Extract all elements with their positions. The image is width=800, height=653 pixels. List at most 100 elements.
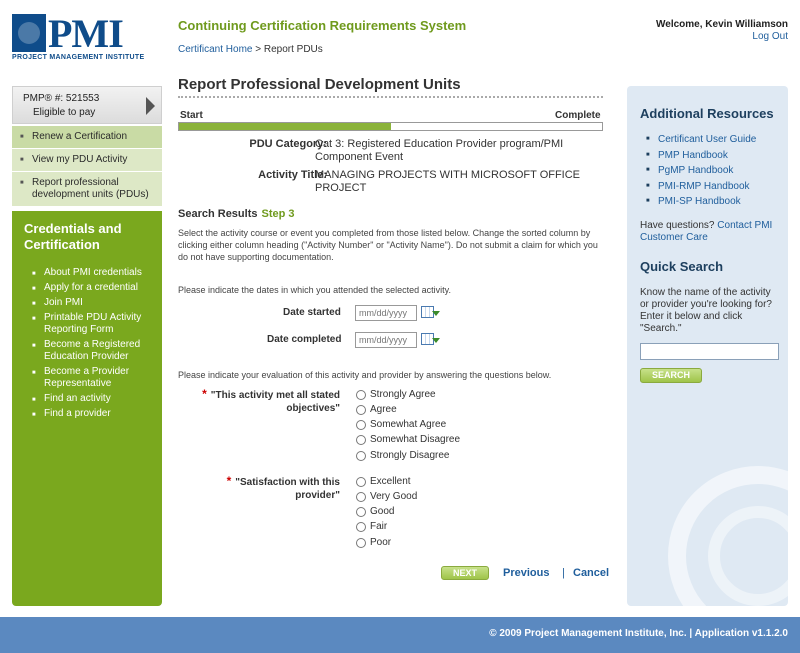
- dates-prompt: Please indicate the dates in which you a…: [178, 285, 452, 295]
- breadcrumb-current: Report PDUs: [263, 44, 323, 55]
- progress-start-label: Start: [180, 110, 203, 121]
- radio-circle-icon[interactable]: [356, 434, 366, 445]
- pmp-number: PMP® #: 521553: [23, 93, 100, 104]
- radio-label: Agree: [370, 404, 397, 415]
- additional-resources-title: Additional Resources: [640, 106, 774, 121]
- resource-user-guide[interactable]: Certificant User Guide: [646, 132, 756, 148]
- breadcrumb-separator: >: [252, 44, 264, 55]
- radio-label: Strongly Agree: [370, 389, 436, 400]
- link-become-rep-provider[interactable]: Become a Registered Education Provider: [32, 339, 150, 363]
- pmi-logo-tagline: PROJECT MANAGEMENT INSTITUTE: [12, 54, 145, 61]
- date-started-label: Date started: [283, 307, 341, 318]
- link-separator: |: [562, 567, 565, 579]
- link-apply-credential[interactable]: Apply for a credential: [32, 282, 150, 295]
- radio-circle-icon[interactable]: [356, 389, 366, 400]
- resource-pgmp-handbook[interactable]: PgMP Handbook: [646, 163, 756, 179]
- pmi-logo-mark-icon: [12, 14, 46, 52]
- radio-circle-icon[interactable]: [356, 521, 366, 532]
- logout-link[interactable]: Log Out: [752, 31, 788, 42]
- system-title: Continuing Certification Requirements Sy…: [178, 18, 467, 33]
- resources-list: Certificant User Guide PMP Handbook PgMP…: [646, 132, 756, 210]
- questions-text: Have questions? Contact PMI Customer Car…: [640, 220, 780, 244]
- progress-bar-fill: [179, 123, 391, 130]
- radio-circle-icon[interactable]: [356, 450, 366, 461]
- search-results-label: Search Results: [178, 208, 258, 220]
- credentials-panel: Credentials and Certification About PMI …: [12, 211, 162, 606]
- radio-circle-icon[interactable]: [356, 419, 366, 430]
- question-satisfaction-text: "Satisfaction with this provider": [235, 477, 340, 501]
- breadcrumb-home-link[interactable]: Certificant Home: [178, 44, 252, 55]
- radio-circle-icon[interactable]: [356, 404, 366, 415]
- radio-label: Excellent: [370, 476, 411, 487]
- instructions-text: Select the activity course or event you …: [178, 228, 598, 262]
- previous-link[interactable]: Previous: [503, 567, 549, 579]
- questions-prefix: Have questions?: [640, 220, 718, 231]
- link-join-pmi[interactable]: Join PMI: [32, 297, 150, 310]
- radio-label: Strongly Disagree: [370, 450, 450, 461]
- progress-complete-label: Complete: [555, 110, 601, 121]
- radio-strongly-agree[interactable]: Strongly Agree: [356, 389, 436, 400]
- nav-item-renew[interactable]: Renew a Certification: [12, 126, 162, 149]
- evaluation-prompt: Please indicate your evaluation of this …: [178, 370, 552, 380]
- question-objectives-text: "This activity met all stated objectives…: [210, 390, 340, 414]
- radio-very-good[interactable]: Very Good: [356, 491, 417, 502]
- pdu-category-value: Cat 3: Registered Education Provider pro…: [315, 138, 564, 163]
- radio-circle-icon[interactable]: [356, 506, 366, 517]
- resource-pmp-handbook[interactable]: PMP Handbook: [646, 148, 756, 164]
- nav-item-report-pdu[interactable]: Report professional development units (P…: [12, 172, 162, 207]
- date-started-input[interactable]: [355, 305, 417, 321]
- quick-search-input[interactable]: [640, 343, 779, 360]
- credentials-links: About PMI credentials Apply for a creden…: [32, 267, 150, 423]
- activity-title-value: MANAGING PROJECTS WITH MICROSOFT OFFICE …: [315, 169, 581, 194]
- radio-excellent[interactable]: Excellent: [356, 476, 411, 487]
- pmi-logo[interactable]: PMI PROJECT MANAGEMENT INSTITUTE: [10, 11, 158, 64]
- credentials-panel-title: Credentials and Certification: [24, 221, 122, 252]
- calendar-icon[interactable]: [421, 333, 440, 347]
- calendar-icon[interactable]: [421, 306, 440, 320]
- copyright-text: © 2009 Project Management Institute, Inc…: [489, 628, 788, 639]
- left-nav: Renew a Certification View my PDU Activi…: [12, 126, 162, 207]
- link-become-provider-rep[interactable]: Become a Provider Representative: [32, 366, 150, 390]
- activity-title-label: Activity Title:: [258, 169, 327, 181]
- radio-circle-icon[interactable]: [356, 476, 366, 487]
- eligibility-status: Eligible to pay: [33, 107, 96, 118]
- question-satisfaction-label: * "Satisfaction with this provider": [190, 475, 340, 502]
- radio-circle-icon[interactable]: [356, 491, 366, 502]
- next-button[interactable]: NEXT: [441, 566, 489, 580]
- certificant-status-box[interactable]: PMP® #: 521553 Eligible to pay: [12, 86, 162, 124]
- radio-strongly-disagree[interactable]: Strongly Disagree: [356, 450, 449, 461]
- date-completed-input[interactable]: [355, 332, 417, 348]
- heading-divider: [178, 96, 603, 98]
- radio-label: Good: [370, 506, 395, 517]
- link-printable-form[interactable]: Printable PDU Activity Reporting Form: [32, 312, 150, 336]
- search-button[interactable]: SEARCH: [640, 368, 702, 383]
- radio-good[interactable]: Good: [356, 506, 394, 517]
- radio-poor[interactable]: Poor: [356, 537, 391, 548]
- radio-label: Somewhat Agree: [370, 419, 447, 430]
- link-find-provider[interactable]: Find a provider: [32, 408, 150, 421]
- required-asterisk: *: [202, 387, 207, 401]
- arrow-right-icon[interactable]: [146, 97, 155, 115]
- nav-item-view-pdu[interactable]: View my PDU Activity: [12, 149, 162, 172]
- radio-agree[interactable]: Agree: [356, 404, 397, 415]
- page-title: Report Professional Development Units: [178, 76, 461, 93]
- radio-somewhat-disagree[interactable]: Somewhat Disagree: [356, 434, 460, 445]
- cancel-link[interactable]: Cancel: [573, 567, 609, 579]
- pmi-logo-letters: PMI: [48, 11, 124, 56]
- question-objectives-label: * "This activity met all stated objective…: [190, 388, 340, 415]
- search-results-title: Search Results Step 3: [178, 208, 295, 220]
- quick-search-instructions: Know the name of the activity or provide…: [640, 287, 772, 334]
- radio-fair[interactable]: Fair: [356, 521, 387, 532]
- radio-somewhat-agree[interactable]: Somewhat Agree: [356, 419, 446, 430]
- quick-search-title: Quick Search: [640, 259, 724, 274]
- radio-label: Fair: [370, 521, 388, 532]
- link-about-credentials[interactable]: About PMI credentials: [32, 267, 150, 280]
- footer: © 2009 Project Management Institute, Inc…: [0, 617, 800, 653]
- radio-circle-icon[interactable]: [356, 537, 366, 548]
- radio-label: Poor: [370, 537, 392, 548]
- radio-label: Very Good: [370, 491, 418, 502]
- breadcrumb: Certificant Home > Report PDUs: [178, 44, 323, 55]
- resource-pmi-rmp-handbook[interactable]: PMI-RMP Handbook: [646, 179, 756, 195]
- link-find-activity[interactable]: Find an activity: [32, 393, 150, 406]
- resource-pmi-sp-handbook[interactable]: PMI-SP Handbook: [646, 194, 756, 210]
